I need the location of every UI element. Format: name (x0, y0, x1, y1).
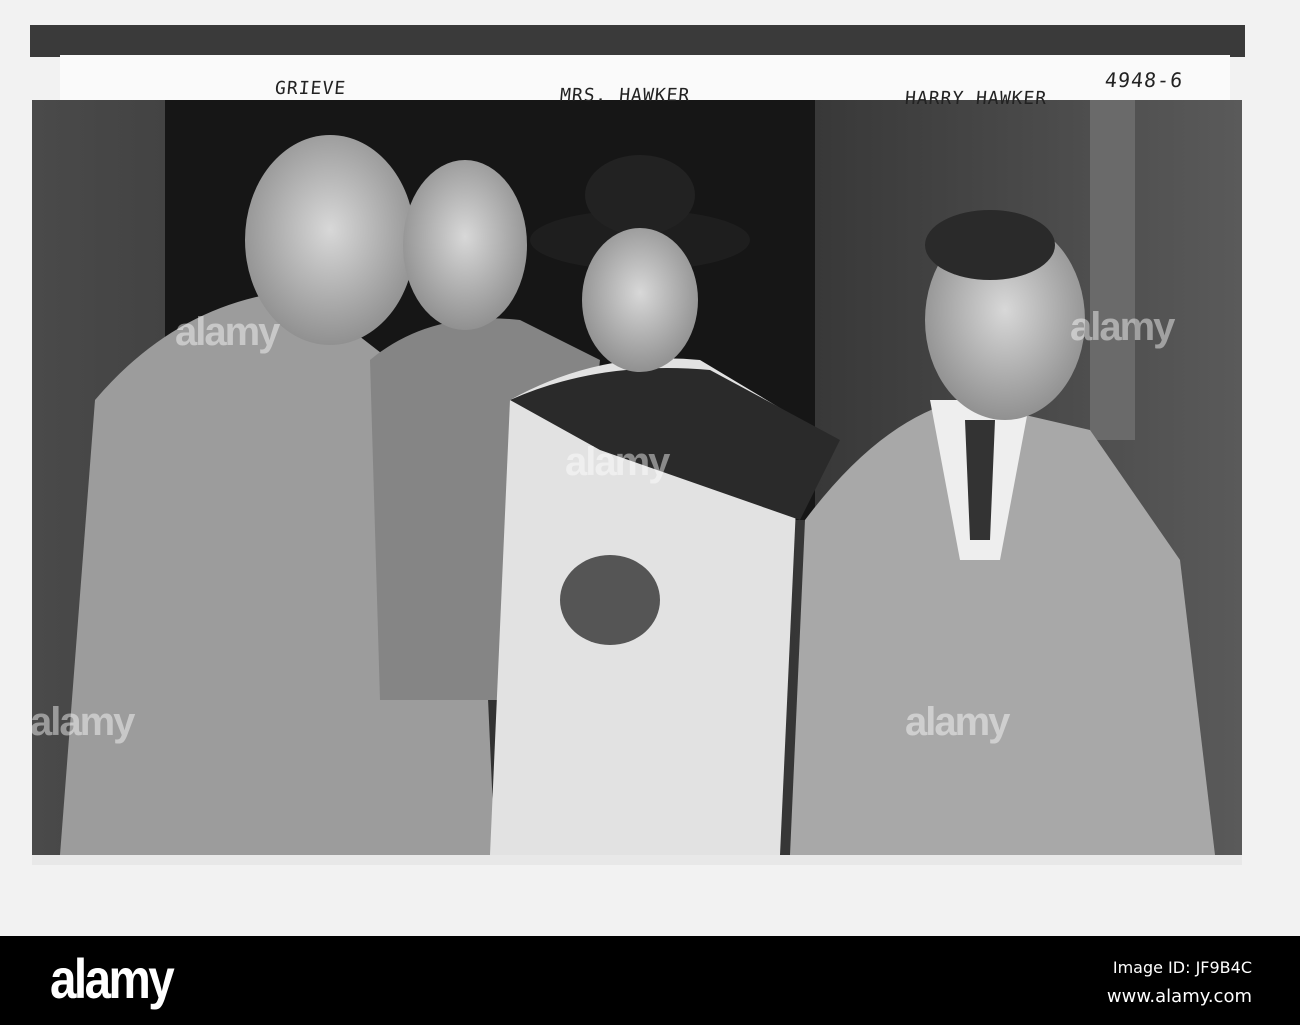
historical-photograph: GRIEVE MRS. HAWKER HARRY HAWKER 4948-6 a… (0, 0, 1300, 936)
watermark: alamy (905, 700, 1010, 744)
watermark: alamy (1070, 305, 1175, 349)
top-edge (30, 25, 1245, 57)
caption-grieve: GRIEVE (274, 78, 347, 99)
drainpipe (1090, 100, 1135, 440)
caption-mrs-hawker: MRS. HAWKER (559, 85, 692, 106)
caption-harry-hawker: HARRY HAWKER (904, 88, 1048, 109)
footer-bar: alamy Image ID: JF9B4C www.alamy.com (0, 936, 1300, 1025)
negative-number: 4948-6 (1103, 68, 1185, 92)
watermark: alamy (565, 440, 670, 484)
image-id: Image ID: JF9B4C (1112, 958, 1252, 977)
watermark: alamy (175, 310, 280, 354)
watermark: alamy (30, 700, 135, 744)
alamy-logo: alamy (50, 947, 175, 1010)
site-url: www.alamy.com (1106, 986, 1252, 1007)
